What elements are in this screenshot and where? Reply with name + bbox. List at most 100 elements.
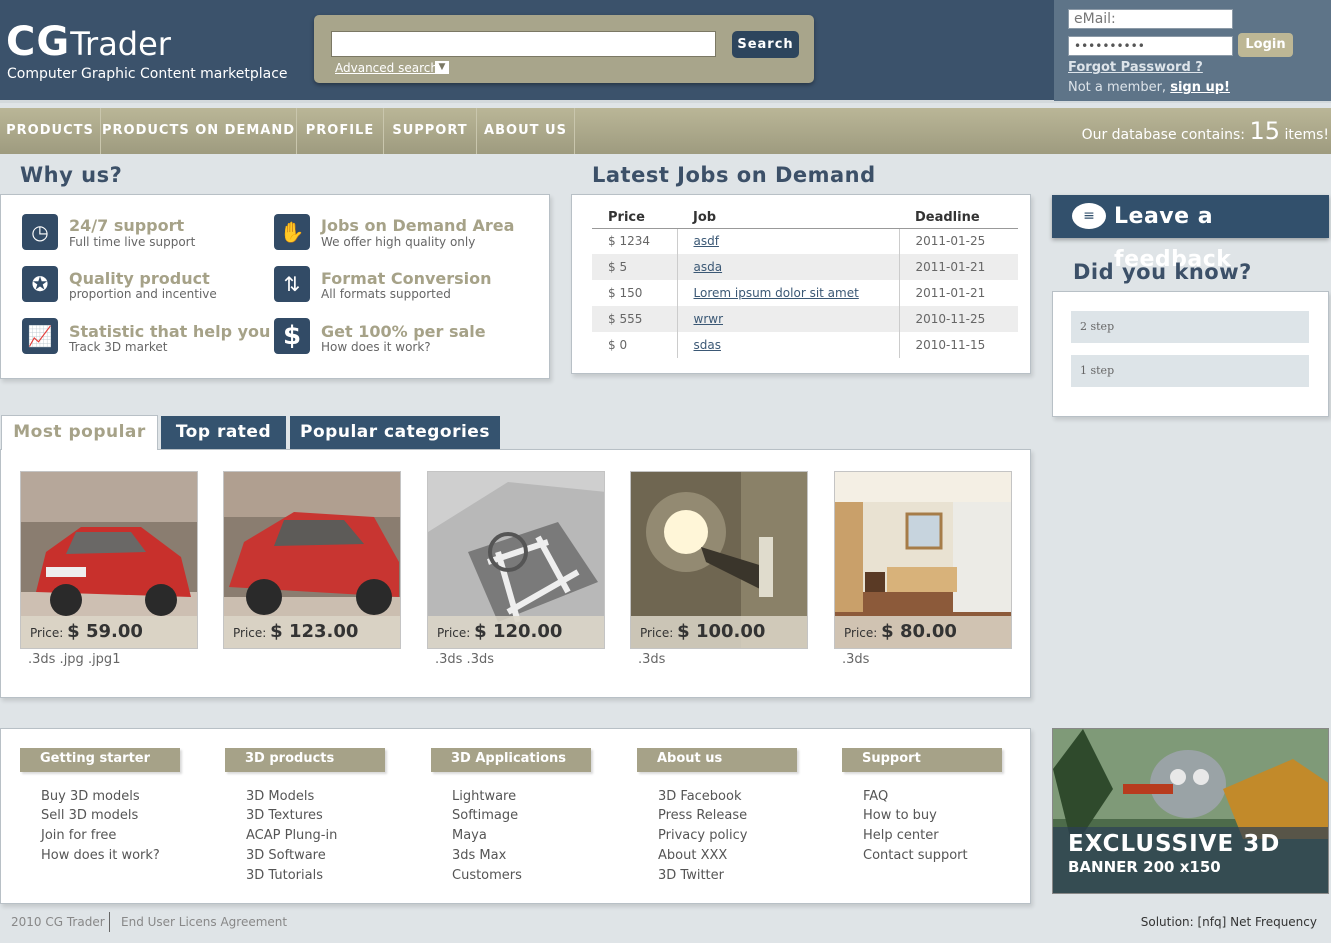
search-input[interactable] [331, 31, 716, 57]
why-sub-statistic: Track 3D market [69, 340, 168, 354]
did-you-know-item[interactable]: 1 step [1071, 355, 1309, 387]
footer-heading: Getting starter [20, 748, 180, 772]
quality-seal-icon: ✪ [22, 266, 58, 302]
footer-link[interactable]: 3D Software [246, 848, 326, 863]
nav-about-us[interactable]: ABOUT US [477, 108, 575, 154]
did-you-know-item[interactable]: 2 step [1071, 311, 1309, 343]
nav-products[interactable]: PRODUCTS [0, 108, 101, 154]
why-title-statistic: Statistic that help you [69, 322, 271, 341]
price-label: Price: [844, 626, 878, 640]
search-button[interactable]: Search [732, 31, 799, 58]
footer-link[interactable]: ACAP Plung-in [246, 828, 337, 843]
why-title-quality: Quality product [69, 269, 210, 288]
price-value: $ 120.00 [474, 621, 563, 642]
product-card[interactable]: Price: $ 123.00 [223, 471, 401, 649]
job-price: $ 5 [592, 254, 677, 280]
footer-link[interactable]: 3ds Max [452, 848, 506, 863]
footer-link[interactable]: Sell 3D models [41, 808, 138, 823]
footer-link[interactable]: Maya [452, 828, 487, 843]
product-card[interactable]: Price: $ 59.00 [20, 471, 198, 649]
product-formats: .3ds [842, 652, 870, 667]
job-link[interactable]: Lorem ipsum dolor sit amet [694, 286, 859, 300]
email-field[interactable]: eMail: [1068, 9, 1233, 29]
job-price: $ 555 [592, 306, 677, 332]
footer-link[interactable]: 3D Tutorials [246, 868, 323, 883]
col-price: Price [592, 208, 677, 229]
why-title-sale: Get 100% per sale [321, 322, 486, 341]
footer-link[interactable]: FAQ [863, 789, 888, 804]
handshake-icon: ✋ [274, 214, 310, 250]
footer-link[interactable]: Help center [863, 828, 939, 843]
footer-link[interactable]: Customers [452, 868, 522, 883]
why-sub-support: Full time live support [69, 235, 196, 249]
signup-prompt: Not a member, sign up! [1068, 80, 1230, 95]
footer-link[interactable]: 3D Models [246, 789, 314, 804]
product-price: Price: $ 59.00 [21, 616, 197, 648]
footer-link[interactable]: Buy 3D models [41, 789, 140, 804]
footer-link[interactable]: Press Release [658, 808, 747, 823]
tab-popular-categories[interactable]: Popular categories [290, 416, 500, 449]
nav-support[interactable]: SUPPORT [384, 108, 477, 154]
site-tagline: Computer Graphic Content marketplace [7, 66, 288, 82]
footer-link[interactable]: How to buy [863, 808, 937, 823]
why-title-format: Format Conversion [321, 269, 492, 288]
footer-heading: 3D products [225, 748, 385, 772]
job-price: $ 150 [608, 286, 643, 300]
why-sub-quality: proportion and incentive [69, 287, 217, 301]
footer-link[interactable]: Join for free [41, 828, 116, 843]
footer-link[interactable]: How does it work? [41, 848, 160, 863]
product-card[interactable]: Price: $ 120.00 [427, 471, 605, 649]
nav-profile[interactable]: PROFILE [297, 108, 384, 154]
footer-link[interactable]: Softimage [452, 808, 518, 823]
footer-link[interactable]: About XXX [658, 848, 727, 863]
nav-products-on-demand[interactable]: PRODUCTS ON DEMAND [101, 108, 297, 154]
speech-bubble-icon: ≡ [1072, 203, 1106, 229]
product-card[interactable]: Price: $ 80.00 [834, 471, 1012, 649]
solution-credit[interactable]: Solution: [nfq] Net Frequency [1141, 915, 1317, 929]
job-cell: sdas [676, 332, 900, 358]
footer-link[interactable]: 3D Twitter [658, 868, 724, 883]
did-you-know-panel [1052, 291, 1329, 417]
job-deadline: 2010-11-25 [899, 306, 1018, 332]
footer-link[interactable]: Lightware [452, 789, 516, 804]
why-title-jobs: Jobs on Demand Area [321, 216, 515, 235]
site-logo[interactable]: CGTrader [6, 22, 171, 64]
job-deadline: 2011-01-21 [915, 286, 986, 300]
job-link[interactable]: wrwr [694, 312, 724, 326]
forgot-password-link[interactable]: Forgot Password ? [1068, 60, 1203, 75]
tab-most-popular[interactable]: Most popular [1, 415, 158, 450]
price-label: Price: [30, 626, 64, 640]
footer-link[interactable]: 3D Facebook [658, 789, 742, 804]
job-cell: asda [676, 254, 900, 280]
how-it-works-link[interactable]: How does it work? [321, 340, 431, 354]
price-label: Price: [640, 626, 674, 640]
db-prefix: Our database contains: [1081, 127, 1245, 143]
footer-link[interactable]: Contact support [863, 848, 968, 863]
table-row: $ 0 sdas 2010-11-15 [592, 332, 1018, 358]
sign-up-link[interactable]: sign up! [1170, 80, 1230, 95]
price-label: Price: [437, 626, 471, 640]
footer-link[interactable]: Privacy policy [658, 828, 747, 843]
footer-heading: Support [842, 748, 1002, 772]
login-button[interactable]: Login [1238, 33, 1293, 57]
tab-top-rated[interactable]: Top rated [161, 416, 286, 449]
why-sub-sale[interactable]: How does it work? [321, 340, 431, 354]
job-link[interactable]: sdas [694, 338, 721, 352]
eula-link[interactable]: End User Licens Agreement [121, 915, 287, 929]
product-formats: .3ds [638, 652, 666, 667]
logo-trader: Trader [70, 25, 171, 63]
copyright: 2010 CG Trader [11, 915, 105, 929]
job-cell: wrwr [676, 306, 900, 332]
banner-line1: EXCLUSSIVE 3D [1068, 831, 1281, 857]
job-link[interactable]: asda [694, 260, 723, 274]
chevron-down-icon[interactable]: ▼ [435, 61, 449, 74]
job-deadline: 2010-11-15 [915, 338, 986, 352]
why-title-support: 24/7 support [69, 216, 185, 235]
footer-link[interactable]: 3D Textures [246, 808, 323, 823]
product-card[interactable]: Price: $ 100.00 [630, 471, 808, 649]
job-link[interactable]: asdf [694, 234, 719, 248]
password-field[interactable]: •••••••••• [1068, 36, 1233, 56]
advanced-search-link[interactable]: Advanced search [335, 61, 438, 75]
convert-arrows-icon: ⇅ [274, 266, 310, 302]
job-price: $ 1234 [608, 234, 650, 249]
